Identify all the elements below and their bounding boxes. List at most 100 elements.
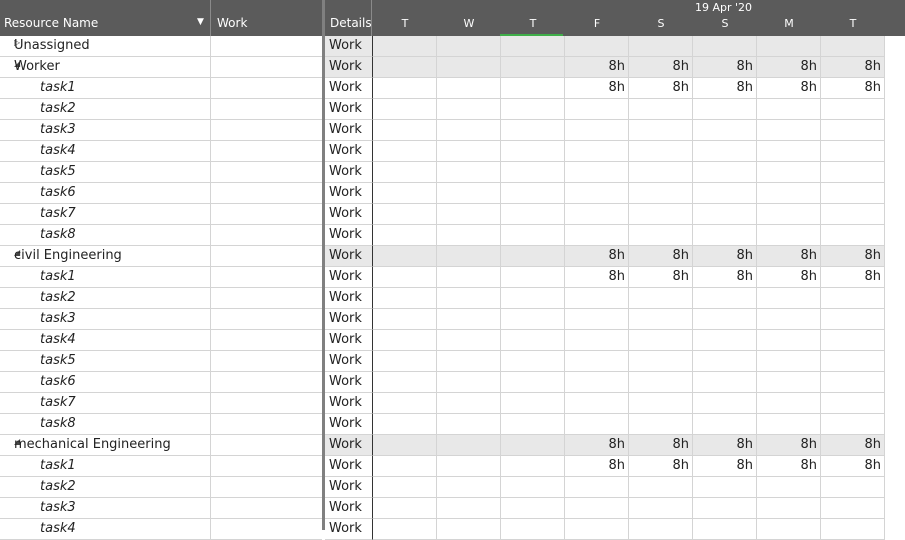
resource-row[interactable]: ◢ civil Engineering Work 8h 8h 8h 8h 8h — [0, 246, 905, 267]
resource-name-cell[interactable]: task4 — [0, 330, 211, 351]
timephased-cell[interactable] — [629, 36, 693, 57]
timephased-cell[interactable] — [373, 477, 437, 498]
timephased-cell[interactable] — [757, 393, 821, 414]
timephased-cell[interactable] — [501, 246, 565, 267]
assignment-row[interactable]: task8 Work — [0, 414, 905, 435]
resource-name-cell[interactable]: ◢ mechanical Engineering — [0, 435, 211, 456]
timephased-cell[interactable]: 8h — [565, 246, 629, 267]
timephased-cell[interactable] — [821, 183, 885, 204]
timephased-cell[interactable] — [373, 267, 437, 288]
timephased-cell[interactable] — [501, 183, 565, 204]
resource-name-cell[interactable]: task3 — [0, 309, 211, 330]
resource-name-cell[interactable]: task2 — [0, 288, 211, 309]
timephased-cell[interactable] — [693, 225, 757, 246]
resource-name-cell[interactable]: task1 — [0, 78, 211, 99]
timephased-cell[interactable] — [821, 393, 885, 414]
work-cell[interactable] — [211, 183, 322, 204]
timephased-cell[interactable]: 8h — [565, 456, 629, 477]
timephased-cell[interactable] — [373, 183, 437, 204]
timephased-cell[interactable] — [501, 477, 565, 498]
timephased-cell[interactable] — [373, 57, 437, 78]
work-cell[interactable] — [211, 477, 322, 498]
resource-row[interactable]: ◢ Worker Work 8h 8h 8h 8h 8h — [0, 57, 905, 78]
timephased-cell[interactable] — [501, 162, 565, 183]
timephased-cell[interactable] — [693, 351, 757, 372]
work-cell[interactable] — [211, 351, 322, 372]
timephased-cell[interactable] — [693, 288, 757, 309]
timephased-cell[interactable] — [565, 225, 629, 246]
timephased-cell[interactable] — [373, 456, 437, 477]
assignment-row[interactable]: task7 Work — [0, 204, 905, 225]
timephased-cell[interactable] — [821, 204, 885, 225]
timephased-cell[interactable] — [693, 183, 757, 204]
timephased-cell[interactable] — [693, 330, 757, 351]
timephased-cell[interactable]: 8h — [757, 78, 821, 99]
timephased-cell[interactable] — [693, 393, 757, 414]
timephased-cell[interactable] — [821, 477, 885, 498]
timephased-cell[interactable] — [565, 477, 629, 498]
timephased-cell[interactable] — [501, 456, 565, 477]
timephased-cell[interactable] — [565, 330, 629, 351]
timephased-cell[interactable] — [373, 246, 437, 267]
timephased-cell[interactable] — [501, 330, 565, 351]
timephased-cell[interactable] — [565, 99, 629, 120]
timephased-cell[interactable] — [373, 414, 437, 435]
view-splitter[interactable] — [322, 0, 325, 530]
timephased-cell[interactable] — [757, 183, 821, 204]
timephased-cell[interactable] — [757, 162, 821, 183]
timephased-cell[interactable] — [629, 141, 693, 162]
timephased-cell[interactable]: 8h — [629, 456, 693, 477]
timephased-cell[interactable] — [565, 162, 629, 183]
resource-name-cell[interactable]: ◢ civil Engineering — [0, 246, 211, 267]
timephased-cell[interactable] — [693, 99, 757, 120]
resource-name-cell[interactable]: task5 — [0, 351, 211, 372]
timephased-cell[interactable] — [565, 351, 629, 372]
timephased-cell[interactable] — [501, 36, 565, 57]
work-cell[interactable] — [211, 78, 322, 99]
resource-name-cell[interactable]: task6 — [0, 372, 211, 393]
timephased-cell[interactable] — [501, 414, 565, 435]
resource-name-cell[interactable]: ▷ Unassigned — [0, 36, 211, 57]
assignment-row[interactable]: task7 Work — [0, 393, 905, 414]
timephased-cell[interactable] — [757, 204, 821, 225]
assignment-row[interactable]: task1 Work 8h 8h 8h 8h 8h — [0, 78, 905, 99]
timephased-cell[interactable] — [437, 246, 501, 267]
assignment-row[interactable]: task8 Work — [0, 225, 905, 246]
timephased-cell[interactable] — [693, 309, 757, 330]
timephased-cell[interactable] — [821, 330, 885, 351]
timephased-cell[interactable] — [373, 36, 437, 57]
timephased-cell[interactable] — [629, 99, 693, 120]
timephased-cell[interactable] — [437, 78, 501, 99]
timephased-cell[interactable]: 8h — [693, 435, 757, 456]
timephased-cell[interactable] — [757, 99, 821, 120]
timephased-cell[interactable] — [693, 498, 757, 519]
timephased-cell[interactable]: 8h — [821, 57, 885, 78]
work-cell[interactable] — [211, 498, 322, 519]
timephased-cell[interactable] — [757, 225, 821, 246]
timephased-cell[interactable]: 8h — [629, 57, 693, 78]
timephased-cell[interactable] — [437, 36, 501, 57]
timephased-cell[interactable]: 8h — [757, 57, 821, 78]
timephased-cell[interactable] — [501, 435, 565, 456]
timephased-cell[interactable] — [437, 372, 501, 393]
assignment-row[interactable]: task2 Work — [0, 99, 905, 120]
timephased-cell[interactable]: 8h — [629, 78, 693, 99]
timephased-cell[interactable] — [757, 498, 821, 519]
resource-name-cell[interactable]: task7 — [0, 204, 211, 225]
timephased-cell[interactable] — [821, 225, 885, 246]
timephased-cell[interactable] — [373, 351, 437, 372]
assignment-row[interactable]: task6 Work — [0, 183, 905, 204]
assignment-row[interactable]: task3 Work — [0, 120, 905, 141]
work-cell[interactable] — [211, 309, 322, 330]
timephased-cell[interactable]: 8h — [693, 456, 757, 477]
filter-dropdown-icon[interactable]: ▼ — [197, 17, 204, 27]
timephased-cell[interactable] — [437, 414, 501, 435]
work-cell[interactable] — [211, 414, 322, 435]
assignment-row[interactable]: task2 Work — [0, 288, 905, 309]
timephased-cell[interactable] — [437, 456, 501, 477]
timephased-cell[interactable] — [565, 393, 629, 414]
timephased-cell[interactable] — [437, 330, 501, 351]
timephased-cell[interactable]: 8h — [821, 267, 885, 288]
timephased-cell[interactable] — [821, 372, 885, 393]
assignment-row[interactable]: task3 Work — [0, 498, 905, 519]
